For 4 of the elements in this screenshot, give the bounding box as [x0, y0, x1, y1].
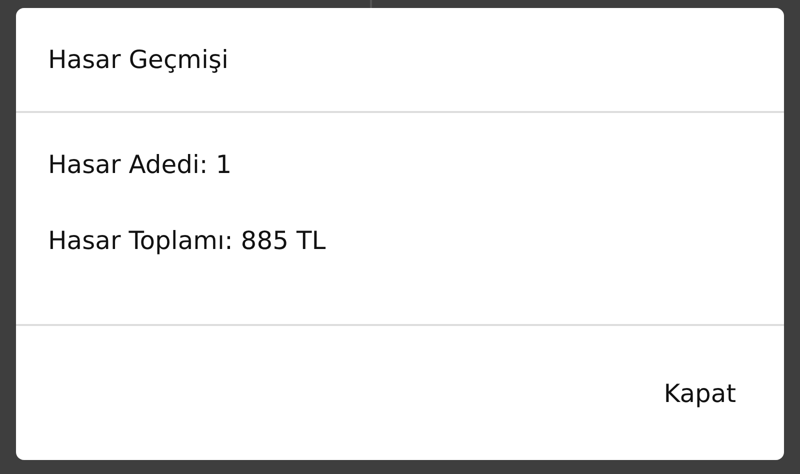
info-text: Hasar Adedi: 1 [48, 151, 233, 179]
dialog-title: Hasar Geçmişi [48, 45, 228, 74]
info-text: Hasar Toplamı: 885 TL [48, 227, 327, 255]
close-button[interactable]: Kapat [646, 370, 754, 416]
